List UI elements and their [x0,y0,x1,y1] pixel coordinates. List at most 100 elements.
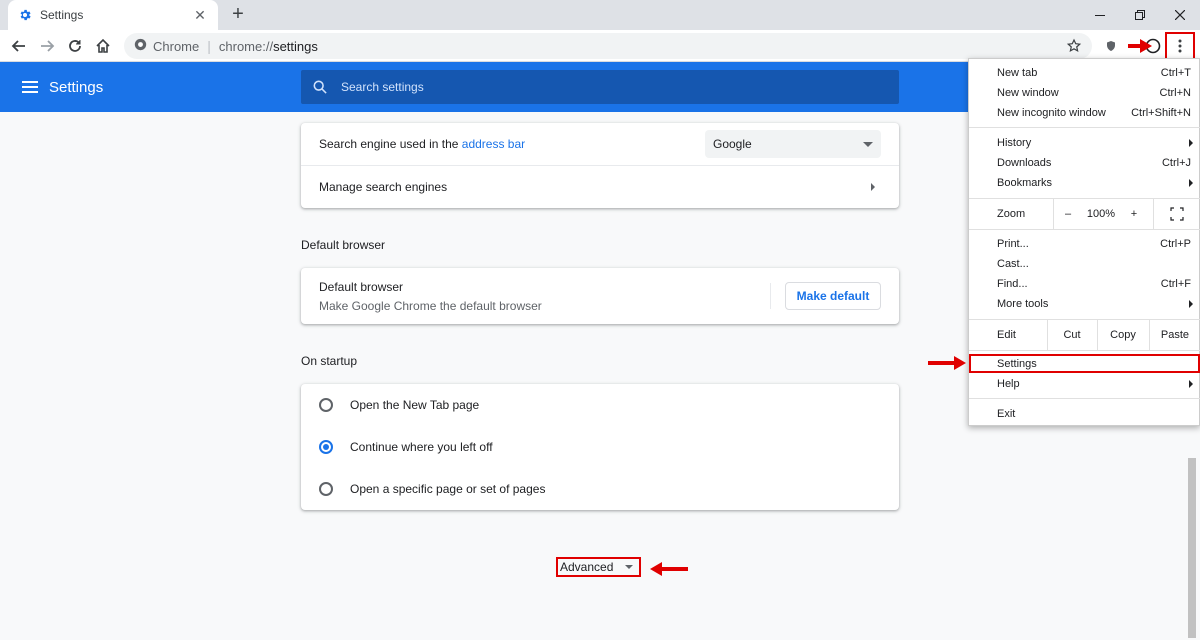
chevron-down-icon [863,141,873,147]
menu-item-label: Downloads [997,157,1052,169]
shortcut: Ctrl+P [1160,238,1191,250]
menu-item-label: More tools [997,298,1049,310]
settings-header: Settings Search settings [0,62,968,112]
address-bar-link[interactable]: address bar [462,137,525,151]
copy-button[interactable]: Copy [1097,320,1149,350]
startup-option-continue[interactable]: Continue where you left off [301,426,899,468]
url-host: settings [273,38,318,54]
forward-button[interactable] [37,36,57,56]
tab-settings[interactable]: Settings ✕ [8,0,218,30]
cut-button[interactable]: Cut [1047,320,1097,350]
on-startup-card: Open the New Tab page Continue where you… [301,384,899,510]
edit-label: Edit [997,329,1016,341]
maximize-button[interactable] [1120,0,1160,30]
back-button[interactable] [9,36,29,56]
scrollbar-thumb[interactable] [1188,458,1196,638]
close-icon [1175,10,1185,20]
shortcut: Ctrl+F [1160,278,1191,290]
address-bar[interactable]: Chrome | chrome:// settings [124,33,1092,59]
menu-separator [969,350,1200,351]
manage-search-engines-label: Manage search engines [319,180,448,194]
shortcut: Ctrl+J [1161,157,1191,169]
hamburger-menu-icon[interactable] [22,80,38,94]
menu-item-exit[interactable]: Exit [969,404,1200,424]
extension-shield-icon[interactable] [1101,36,1121,56]
search-engine-select[interactable]: Google [705,130,881,158]
close-tab-icon[interactable]: ✕ [192,7,208,24]
paste-button[interactable]: Paste [1149,320,1200,350]
menu-item-new-incognito[interactable]: New incognito window Ctrl+Shift+N [969,103,1200,123]
menu-item-print[interactable]: Print... Ctrl+P [969,234,1200,254]
startup-option-label: Open the New Tab page [350,398,480,412]
forward-arrow-icon [41,40,55,52]
startup-option-specific-pages[interactable]: Open a specific page or set of pages [301,468,899,510]
reload-button[interactable] [65,36,85,56]
minimize-icon [1095,15,1105,16]
home-button[interactable] [93,36,113,56]
back-arrow-icon [11,40,25,52]
radio-button[interactable] [319,398,333,412]
submenu-arrow-icon [1189,179,1193,187]
fullscreen-button[interactable] [1165,199,1189,229]
shortcut: Ctrl+N [1159,87,1191,99]
search-placeholder: Search settings [341,80,424,94]
menu-item-new-window[interactable]: New window Ctrl+N [969,83,1200,103]
search-engine-card: Search engine used in the address bar Go… [301,123,899,208]
menu-item-cast[interactable]: Cast... [969,254,1200,274]
radio-button[interactable] [319,482,333,496]
menu-item-label: Help [997,378,1020,390]
close-window-button[interactable] [1160,0,1200,30]
manage-search-engines-row[interactable]: Manage search engines [301,166,899,208]
startup-option-label: Open a specific page or set of pages [350,482,546,496]
menu-separator [969,229,1200,230]
tab-strip: Settings ✕ + [0,0,1200,30]
page-title: Settings [49,79,104,96]
radio-button-checked[interactable] [319,440,333,454]
annotation-arrow-settings [928,356,966,370]
make-default-button[interactable]: Make default [785,282,881,310]
omnibox-separator: | [207,38,211,54]
restore-icon [1135,10,1145,20]
advanced-label: Advanced [560,560,614,574]
search-icon [313,80,327,94]
shortcut: Ctrl+Shift+N [1131,107,1191,119]
menu-separator [969,127,1200,128]
submenu-arrow-icon [1189,380,1193,388]
menu-item-bookmarks[interactable]: Bookmarks [969,173,1200,193]
url-scheme: chrome:// [218,38,274,54]
startup-option-label: Continue where you left off [350,440,493,454]
annotation-arrow-advanced [650,562,688,576]
annotation-arrow-menu [1128,39,1152,53]
bookmark-star-icon[interactable] [1066,38,1082,54]
minimize-button[interactable] [1080,0,1120,30]
menu-item-help[interactable]: Help [969,374,1200,394]
advanced-toggle[interactable]: Advanced [556,557,641,577]
menu-item-more-tools[interactable]: More tools [969,294,1200,314]
chevron-right-icon [871,183,875,191]
menu-item-downloads[interactable]: Downloads Ctrl+J [969,153,1200,173]
menu-item-label: Find... [997,278,1028,290]
submenu-arrow-icon [1189,300,1193,308]
menu-zoom-row: Zoom – 100% + [969,199,1200,229]
fullscreen-icon [1170,207,1184,221]
reload-icon [69,40,81,52]
chrome-menu-button[interactable] [1165,32,1195,60]
default-browser-card: Default browser Make Google Chrome the d… [301,268,899,324]
kebab-menu-icon [1178,39,1182,53]
menu-item-label: Cast... [997,258,1029,270]
site-label: Chrome [153,38,200,54]
menu-item-find[interactable]: Find... Ctrl+F [969,274,1200,294]
zoom-out-button[interactable]: – [1057,199,1079,229]
search-engine-value: Google [713,137,752,151]
zoom-level: 100% [1086,208,1116,220]
menu-item-history[interactable]: History [969,133,1200,153]
default-browser-subtitle: Make Google Chrome the default browser [319,299,542,313]
startup-option-new-tab[interactable]: Open the New Tab page [301,384,899,426]
zoom-in-button[interactable]: + [1123,199,1145,229]
new-tab-button[interactable]: + [228,4,248,25]
search-settings-input[interactable]: Search settings [301,70,899,104]
menu-item-label: Exit [997,408,1016,420]
menu-item-new-tab[interactable]: New tab Ctrl+T [969,63,1200,83]
tab-title: Settings [40,8,84,22]
submenu-arrow-icon [1189,139,1193,147]
